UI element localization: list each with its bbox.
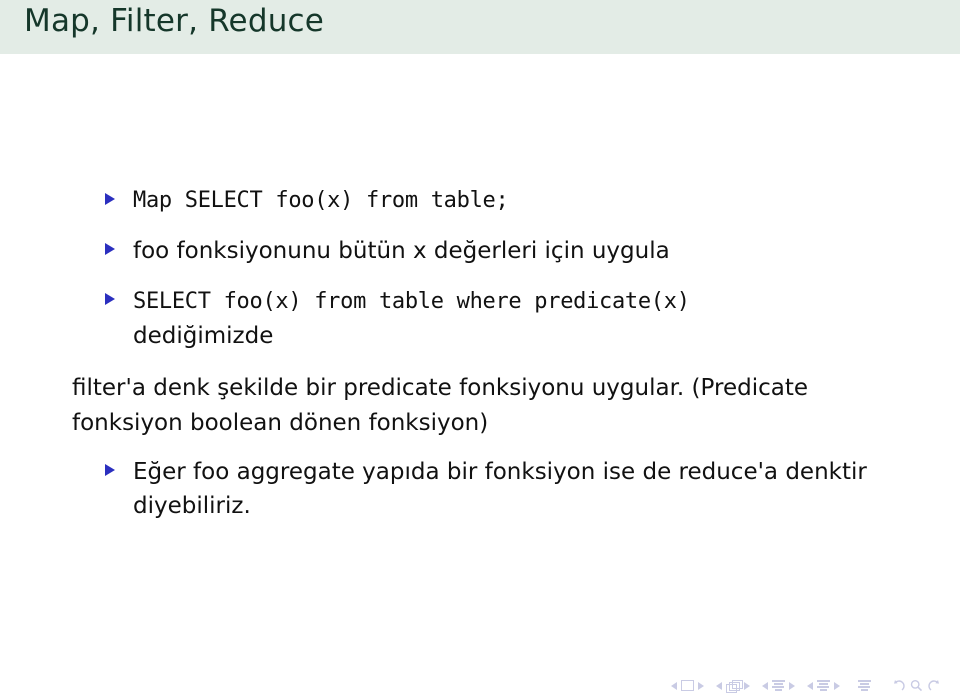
page-title: Map, Filter, Reduce (24, 3, 325, 39)
list-item: Map SELECT foo(x) from table; (72, 184, 902, 218)
list-item-label: Eğer foo aggregate yapıda bir fonksiyon … (133, 459, 867, 519)
content-block: Map SELECT foo(x) from table; foo fonksi… (72, 184, 902, 523)
previous-slide-icon[interactable] (671, 681, 677, 690)
list-item: SELECT foo(x) from table where predicate… (72, 284, 902, 353)
subsection-lines-icon[interactable] (772, 680, 785, 691)
bullet-triangle-icon (105, 293, 115, 305)
search-icon[interactable] (909, 679, 924, 692)
slide-header: Map, Filter, Reduce (0, 0, 960, 54)
forward-arrow-icon[interactable] (927, 679, 942, 692)
section-navigation-group[interactable] (807, 680, 840, 691)
slide-icon[interactable] (681, 680, 694, 691)
next-section-icon[interactable] (834, 681, 840, 690)
next-frame-icon[interactable] (744, 681, 750, 690)
bullet-triangle-icon (105, 243, 115, 255)
list-item: foo fonksiyonunu bütün x değerleri için … (72, 234, 902, 268)
list-item-label: SELECT foo(x) from table where predicate… (133, 289, 690, 314)
next-subsection-icon[interactable] (789, 681, 795, 690)
back-arrow-icon[interactable] (891, 679, 906, 692)
slide-navigation-group[interactable] (671, 680, 704, 691)
bullet-triangle-icon (105, 193, 115, 205)
next-slide-icon[interactable] (698, 681, 704, 690)
history-navigation-group[interactable] (891, 679, 942, 692)
subsection-navigation-group[interactable] (762, 680, 795, 691)
list-item-label: foo fonksiyonunu bütün x değerleri için … (133, 238, 670, 264)
slide-body: Map SELECT foo(x) from table; foo fonksi… (0, 54, 960, 700)
previous-section-icon[interactable] (807, 681, 813, 690)
list-item: Eğer foo aggregate yapıda bir fonksiyon … (72, 455, 902, 523)
presentation-lines-icon[interactable] (858, 680, 871, 691)
beamer-navigation-bar[interactable] (671, 679, 942, 693)
body-paragraph: filter'a denk şekilde bir predicate fonk… (72, 375, 808, 436)
previous-frame-icon[interactable] (716, 681, 722, 690)
previous-subsection-icon[interactable] (762, 681, 768, 690)
frame-navigation-group[interactable] (716, 679, 750, 693)
list-item-label: Map SELECT foo(x) from table; (133, 188, 509, 213)
list-item-continuation: dediğimizde (133, 323, 274, 349)
section-lines-icon[interactable] (817, 680, 830, 691)
bullet-triangle-icon (105, 464, 115, 476)
presentation-navigation-group[interactable] (858, 680, 871, 691)
frames-icon[interactable] (726, 679, 743, 693)
